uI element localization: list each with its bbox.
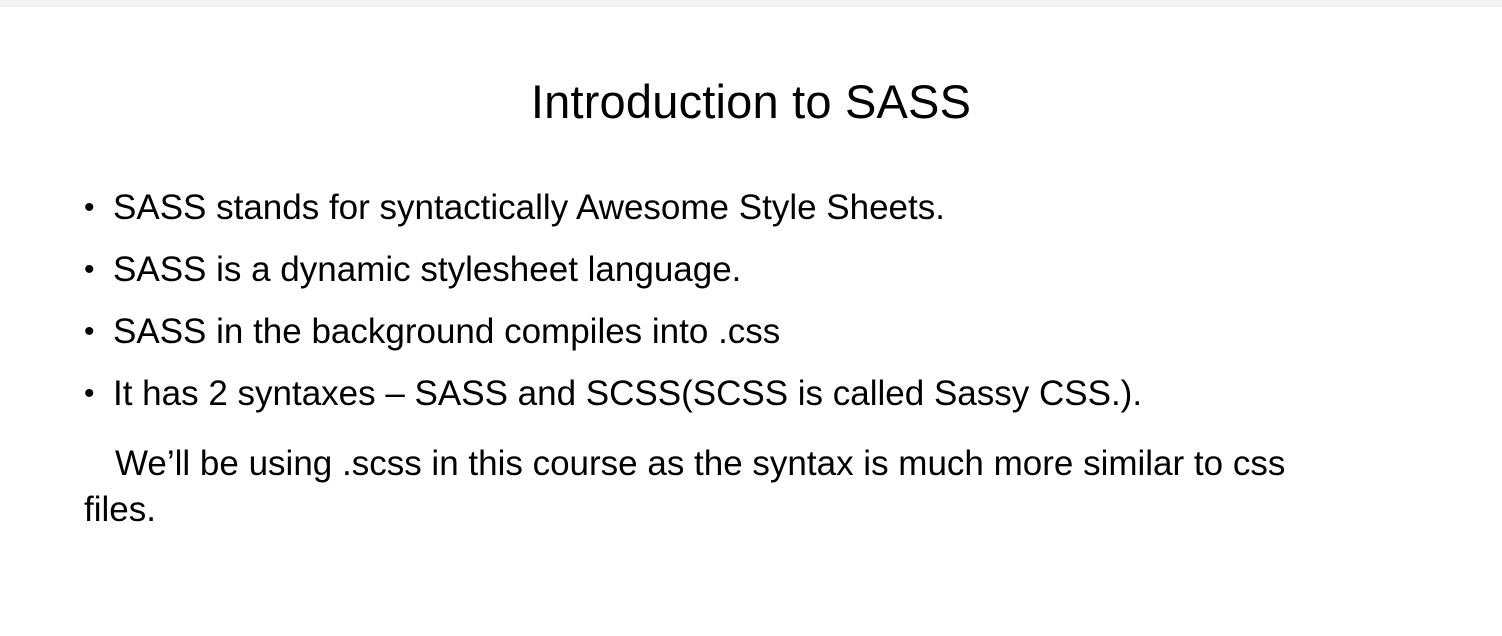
bullet-icon: •: [84, 377, 95, 410]
top-border-strip: [0, 0, 1502, 7]
bullet-text: SASS in the background compiles into .cs…: [113, 312, 781, 351]
continuation-paragraph: We’ll be using .scss in this course as t…: [84, 444, 1286, 529]
slide-title: Introduction to SASS: [530, 75, 972, 128]
bullet-icon: •: [84, 191, 95, 224]
slide: Introduction to SASS • SASS stands for s…: [0, 7, 1502, 636]
bullet-item: • SASS is a dynamic stylesheet language.: [84, 249, 1142, 291]
bullet-text: It has 2 syntaxes – SASS and SCSS(SCSS i…: [113, 374, 1143, 413]
bullet-item: • SASS in the background compiles into .…: [84, 311, 1142, 353]
bullet-item: • SASS stands for syntactically Awesome …: [84, 187, 1142, 229]
bullet-item: • It has 2 syntaxes – SASS and SCSS(SCSS…: [84, 373, 1142, 415]
bullet-text: SASS stands for syntactically Awesome St…: [113, 188, 945, 227]
bullet-icon: •: [84, 315, 95, 348]
bullet-text: SASS is a dynamic stylesheet language.: [113, 250, 742, 289]
bullet-list: • SASS stands for syntactically Awesome …: [84, 187, 1142, 435]
bullet-icon: •: [84, 253, 95, 286]
